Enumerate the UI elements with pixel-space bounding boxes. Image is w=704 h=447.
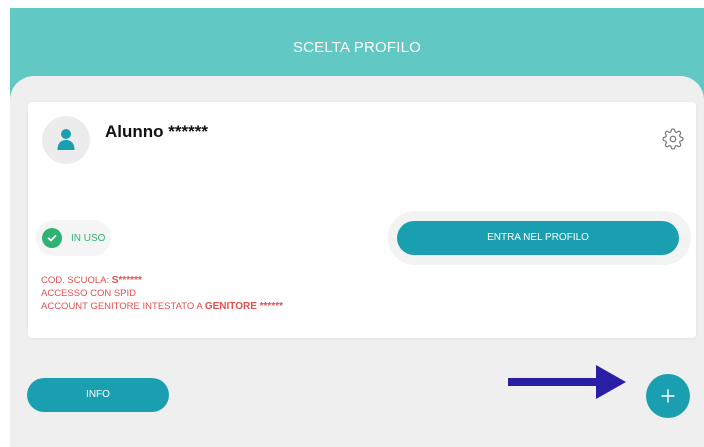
in-use-badge: IN USO [36, 220, 112, 256]
add-profile-button[interactable] [646, 374, 690, 418]
enter-profile-button[interactable]: ENTRA NEL PROFILO [397, 221, 679, 255]
account-owner-name: GENITORE ****** [204, 301, 284, 312]
profile-name: Alunno ****** [105, 122, 208, 141]
gear-icon [662, 128, 684, 150]
avatar [42, 116, 90, 164]
school-code-line: COD. SCUOLA: S****** [41, 274, 283, 287]
profile-card: Alunno ****** IN USO ENTRA NEL PROFILO C… [28, 102, 696, 338]
page-title: SCELTA PROFILO [292, 39, 422, 56]
check-circle-icon [42, 228, 62, 248]
account-owner-line: ACCOUNT GENITORE INTESTATO A GENITORE **… [41, 300, 283, 313]
info-button[interactable]: INFO [27, 378, 169, 412]
status-label: IN USO [71, 232, 106, 244]
school-code-label: COD. SCUOLA: [41, 275, 112, 286]
access-method-line: ACCESSO CON SPID [41, 288, 137, 299]
account-owner-label: ACCOUNT GENITORE INTESTATO A [41, 301, 205, 312]
app-frame: SCELTA PROFILO Alunno ****** IN USO ENTR… [10, 8, 704, 447]
school-code-value: S****** [111, 275, 142, 286]
arrow-right-icon [508, 365, 626, 399]
plus-icon [661, 389, 675, 403]
profile-selection-content: Alunno ****** IN USO ENTRA NEL PROFILO C… [10, 76, 704, 447]
settings-button[interactable] [662, 128, 684, 150]
profile-details: COD. SCUOLA: S****** ACCESSO CON SPID AC… [41, 274, 283, 313]
enter-profile-button-wrap: ENTRA NEL PROFILO [388, 211, 691, 265]
person-icon [57, 129, 75, 150]
